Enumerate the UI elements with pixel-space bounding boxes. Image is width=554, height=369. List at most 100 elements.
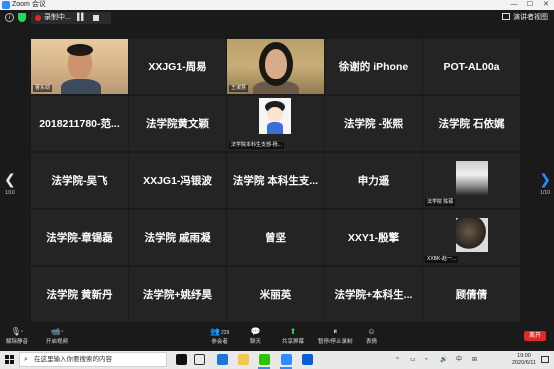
maximize-button[interactable]: ☐ xyxy=(522,0,538,10)
participants-count: 229 xyxy=(220,330,230,336)
profile-picture xyxy=(456,161,488,195)
participant-tile[interactable]: 法学院+本科生... xyxy=(325,267,422,322)
edge-browser-icon[interactable] xyxy=(217,354,228,365)
file-explorer-icon[interactable] xyxy=(238,354,249,365)
view-layout-icon xyxy=(502,13,510,20)
participant-name: 法学院-章锡磊 xyxy=(46,232,113,244)
participant-tile[interactable]: 2018211780-范... xyxy=(31,96,128,151)
participant-tile[interactable]: POT-AL00a xyxy=(423,39,520,94)
participants-button[interactable]: 👥229 参会者 xyxy=(210,328,230,346)
window-title: Zoom 会议 xyxy=(12,1,46,8)
participant-name: XXJG1-冯银波 xyxy=(143,175,212,187)
record-dot-icon xyxy=(35,15,41,21)
unmute-button[interactable]: 🎙^ 解除静音 xyxy=(6,327,28,346)
cartoon-body-shape xyxy=(267,122,283,134)
person-body-shape xyxy=(61,79,101,94)
minimize-button[interactable]: — xyxy=(506,0,522,10)
participant-tile[interactable]: 法学院 戚雨凝 xyxy=(129,210,226,265)
pause-recording-icon: ⏸ xyxy=(333,327,338,336)
participant-name: 法学院 石依娓 xyxy=(438,118,505,130)
recording-indicator: 录制中... ▌▌ xyxy=(31,12,111,24)
participant-name: 米丽英 xyxy=(259,289,292,301)
previous-page-button[interactable]: ❮ xyxy=(4,172,16,186)
battery-icon[interactable]: ▭ xyxy=(410,351,416,369)
notification-center-icon[interactable] xyxy=(541,356,549,363)
speaker-view-button[interactable]: 演讲者视图 xyxy=(502,12,548,24)
tray-chevron-icon[interactable]: ^ xyxy=(396,351,399,369)
cortana-icon[interactable] xyxy=(176,354,187,365)
participant-tile[interactable]: 法学院 黄新丹 xyxy=(31,267,128,322)
pause-recording-button[interactable]: ▌▌ xyxy=(77,14,86,22)
system-clock[interactable]: 19:00 2020/6/11 xyxy=(512,353,536,367)
stop-recording-button[interactable] xyxy=(93,15,99,21)
participant-name: POT-AL00a xyxy=(443,60,500,73)
pause-stop-recording-label: 暂停/停止录制 xyxy=(318,339,353,345)
close-button[interactable]: ✕ xyxy=(538,0,554,10)
participant-tile[interactable]: 法学院-吴飞 xyxy=(31,153,128,208)
participant-tile[interactable]: 法学院本科生支部-杨... xyxy=(227,96,324,151)
participant-tile[interactable]: 法学院黄文颖 xyxy=(129,96,226,151)
participant-tile[interactable]: 申力遥 xyxy=(325,153,422,208)
windows-start-icon[interactable] xyxy=(5,355,14,364)
network-icon[interactable]: ◔ xyxy=(424,351,428,369)
window-title-bar: Zoom 会议 — ☐ ✕ xyxy=(0,0,554,10)
participant-name: 法学院-吴飞 xyxy=(51,175,108,187)
participant-tile[interactable]: 法学院 陈硕 xyxy=(423,153,520,208)
participant-tile[interactable]: 法学院 -张熙 xyxy=(325,96,422,151)
zoom-app-icon[interactable] xyxy=(281,354,292,365)
chat-label: 聊天 xyxy=(250,339,262,345)
participant-name: 法学院 本科生支... xyxy=(232,175,319,187)
participant-name: 法学院 黄新丹 xyxy=(46,289,113,301)
participant-tile[interactable]: 顾倩倩 xyxy=(423,267,520,322)
page-indicator-right: 1/10 xyxy=(540,190,550,196)
pause-stop-recording-button[interactable]: ⏸ 暂停/停止录制 xyxy=(318,327,353,346)
chat-button[interactable]: 💬 聊天 xyxy=(250,328,262,346)
person-head-shape xyxy=(265,49,287,79)
participant-name: 法学院 -张熙 xyxy=(344,118,403,130)
task-view-icon[interactable] xyxy=(194,354,205,365)
participant-tile[interactable]: 法学院+姚纾昊 xyxy=(129,267,226,322)
participant-tile[interactable]: XXJG1-冯银波 xyxy=(129,153,226,208)
participant-tile[interactable]: 徐谢的 iPhone xyxy=(325,39,422,94)
participant-name: 法学院+本科生... xyxy=(334,289,413,301)
page-indicator-left: 1/10 xyxy=(5,190,15,196)
start-video-button[interactable]: 📹^ 开启视频 xyxy=(46,327,68,346)
taskbar-search-input[interactable]: ⌕ 在这里输入你要搜索的内容 xyxy=(19,352,167,367)
participant-name: 法学院黄文颖 xyxy=(146,118,209,130)
cartoon-face-shape xyxy=(267,107,283,122)
video-off-icon: 📹^ xyxy=(50,327,64,337)
meeting-top-bar: i 录制中... ▌▌ 演讲者视图 xyxy=(0,10,554,26)
participant-tile[interactable]: 法学院-章锡磊 xyxy=(31,210,128,265)
participant-name: 法学院+姚纾昊 xyxy=(142,289,213,301)
browser-app-icon[interactable] xyxy=(302,354,313,365)
participant-tile[interactable]: 米丽英 xyxy=(227,267,324,322)
participant-tile[interactable]: 法学院 本科生支... xyxy=(227,153,324,208)
shield-icon[interactable] xyxy=(18,13,26,22)
participant-tile[interactable]: 曾坚 xyxy=(227,210,324,265)
profile-picture xyxy=(259,98,291,134)
participant-name: XXY1-殷擎 xyxy=(347,232,400,244)
share-screen-button[interactable]: ⬆ 共享屏幕 xyxy=(282,328,304,346)
reactions-button[interactable]: ☺ 表情 xyxy=(366,328,378,346)
leave-button[interactable]: 离开 xyxy=(524,331,546,341)
participant-tile[interactable]: 曹东劲 xyxy=(31,39,128,94)
participant-tile[interactable]: 法学院 石依娓 xyxy=(423,96,520,151)
info-icon[interactable]: i xyxy=(5,13,14,22)
profile-picture xyxy=(456,218,488,252)
reactions-label: 表情 xyxy=(366,339,378,345)
next-page-button[interactable]: ❯ xyxy=(539,172,551,186)
participant-name: XXJG1-周易 xyxy=(148,61,207,73)
participant-tile[interactable]: XXBK-赵一... xyxy=(423,210,520,265)
volume-icon[interactable]: 🔊 xyxy=(440,351,447,369)
participant-tile[interactable]: XXY1-殷擎 xyxy=(325,210,422,265)
person-hair-shape xyxy=(67,44,93,56)
ime-chinese-indicator[interactable]: 中 xyxy=(456,351,462,369)
muted-microphone-icon: 🎙^ xyxy=(10,327,24,337)
participant-name-tag: 法学院本科生支部-杨... xyxy=(229,142,284,149)
speaker-view-label: 演讲者视图 xyxy=(513,14,548,21)
participant-tile[interactable]: 王淑慧 xyxy=(227,39,324,94)
wechat-icon[interactable] xyxy=(259,354,270,365)
participant-tile[interactable]: XXJG1-周易 xyxy=(129,39,226,94)
recording-label: 录制中... xyxy=(44,14,71,21)
ime-mode-icon[interactable]: ⊞ xyxy=(472,351,477,369)
